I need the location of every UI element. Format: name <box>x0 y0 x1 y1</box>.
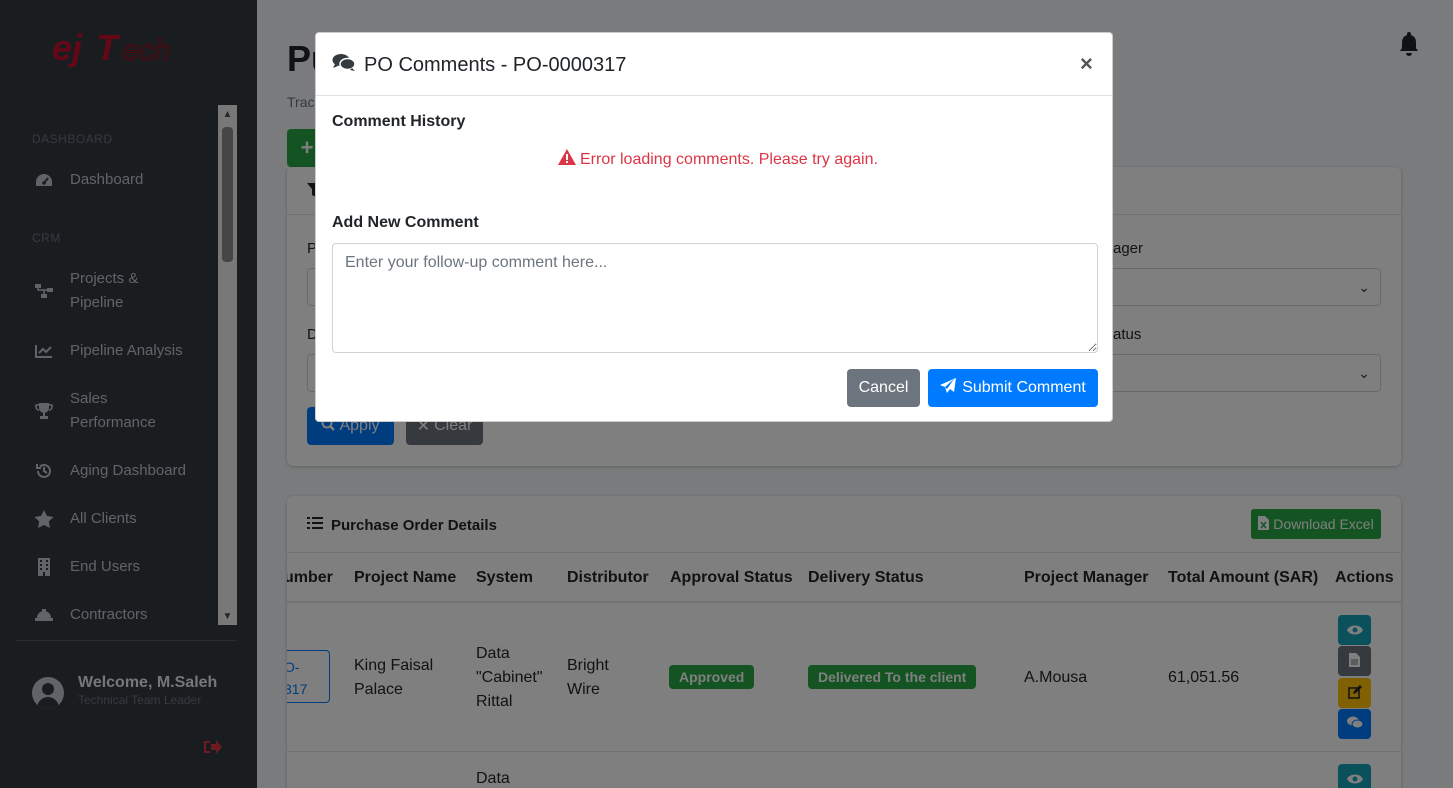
modal-title-text: PO Comments - PO-0000317 <box>364 53 627 76</box>
comment-textarea[interactable] <box>332 243 1098 353</box>
modal-header: PO Comments - PO-0000317 × <box>316 33 1112 96</box>
error-message: Error loading comments. Please try again… <box>558 149 878 170</box>
po-comments-modal: PO Comments - PO-0000317 × Comment Histo… <box>315 32 1113 422</box>
cancel-button[interactable]: Cancel <box>847 369 920 407</box>
paper-plane-icon <box>940 377 957 399</box>
close-icon[interactable]: × <box>1080 51 1093 77</box>
error-message-text: Error loading comments. Please try again… <box>580 150 878 168</box>
add-new-comment-label: Add New Comment <box>332 214 479 231</box>
comments-icon <box>332 53 356 77</box>
comment-history-label: Comment History <box>332 113 466 130</box>
submit-comment-label: Submit Comment <box>962 379 1086 396</box>
submit-comment-button[interactable]: Submit Comment <box>928 369 1098 407</box>
warning-triangle-icon <box>558 149 576 170</box>
modal-title: PO Comments - PO-0000317 <box>332 53 626 77</box>
